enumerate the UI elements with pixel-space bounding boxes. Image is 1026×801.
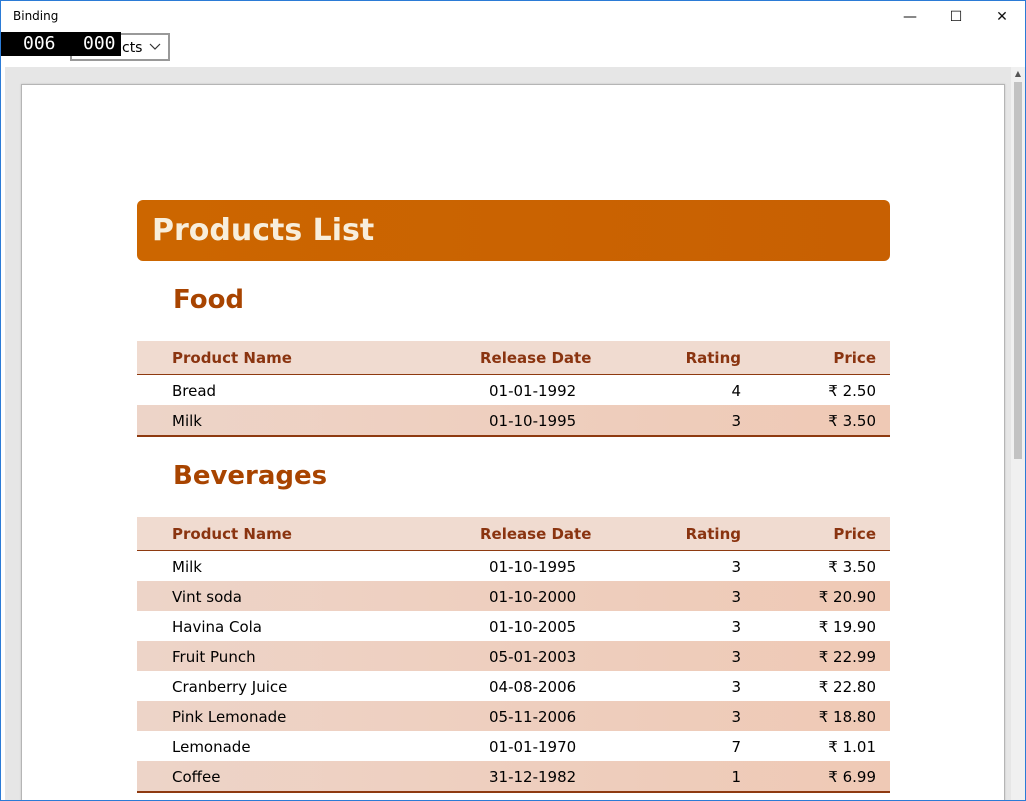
table-header: Product Name Release Date Rating Price	[137, 341, 890, 375]
cell-price: ₹ 22.99	[818, 648, 876, 666]
report-title: Products List	[152, 213, 375, 248]
report-viewer: Products List Food Product Name Release …	[5, 67, 1011, 800]
table-end-rule	[137, 791, 890, 793]
cell-name: Pink Lemonade	[172, 708, 287, 726]
header-price: Price	[833, 349, 876, 367]
table-row: Fruit Punch 05-01-2003 3 ₹ 22.99	[137, 641, 890, 671]
cell-name: Milk	[172, 412, 202, 430]
cell-name: Fruit Punch	[172, 648, 256, 666]
close-button[interactable]: ✕	[979, 1, 1025, 33]
cell-price: ₹ 18.80	[818, 708, 876, 726]
report-banner: Products List	[137, 200, 890, 261]
cell-name: Lemonade	[172, 738, 251, 756]
cell-rating: 4	[731, 382, 741, 400]
cell-date: 05-11-2006	[489, 708, 577, 726]
table-row: Coffee 31-12-1982 1 ₹ 6.99	[137, 761, 890, 791]
section-title: Food	[173, 285, 245, 315]
cell-date: 01-10-1995	[489, 412, 577, 430]
vertical-scrollbar[interactable]: ▲	[1011, 67, 1025, 800]
cell-date: 05-01-2003	[489, 648, 577, 666]
table-header: Product Name Release Date Rating Price	[137, 517, 890, 551]
header-release-date: Release Date	[480, 349, 592, 367]
cell-rating: 3	[731, 678, 741, 696]
cell-price: ₹ 6.99	[828, 768, 876, 786]
cell-price: ₹ 2.50	[828, 382, 876, 400]
header-rating: Rating	[685, 525, 741, 543]
table-row: Havina Cola 01-10-2005 3 ₹ 19.90	[137, 611, 890, 641]
maximize-button[interactable]: ☐	[933, 1, 979, 33]
cell-rating: 7	[731, 738, 741, 756]
app-window: Binding — ☐ ✕ cts 006 000 Products List …	[0, 0, 1026, 801]
scroll-up-arrow-icon[interactable]: ▲	[1011, 67, 1025, 81]
cell-price: ₹ 1.01	[828, 738, 876, 756]
frame-rate-counter: 006 000	[1, 32, 121, 56]
fps-value: 006	[23, 33, 56, 54]
cell-rating: 3	[731, 648, 741, 666]
cell-price: ₹ 3.50	[828, 412, 876, 430]
minimize-button[interactable]: —	[887, 1, 933, 33]
cell-rating: 3	[731, 618, 741, 636]
table-row: Cranberry Juice 04-08-2006 3 ₹ 22.80	[137, 671, 890, 701]
report-page: Products List Food Product Name Release …	[21, 84, 1005, 800]
header-product-name: Product Name	[172, 349, 292, 367]
cell-name: Coffee	[172, 768, 221, 786]
cell-name: Havina Cola	[172, 618, 262, 636]
cell-rating: 3	[731, 588, 741, 606]
cell-rating: 1	[731, 768, 741, 786]
header-rating: Rating	[685, 349, 741, 367]
header-price: Price	[833, 525, 876, 543]
table-row: Lemonade 01-01-1970 7 ₹ 1.01	[137, 731, 890, 761]
cell-date: 04-08-2006	[489, 678, 577, 696]
cell-rating: 3	[731, 708, 741, 726]
cell-name: Bread	[172, 382, 217, 400]
cell-rating: 3	[731, 558, 741, 576]
table-row: Milk 01-10-1995 3 ₹ 3.50	[137, 405, 890, 435]
cell-price: ₹ 3.50	[828, 558, 876, 576]
cell-rating: 3	[731, 412, 741, 430]
dropdown-value: cts	[122, 40, 143, 56]
cell-date: 01-10-2005	[489, 618, 577, 636]
food-table: Product Name Release Date Rating Price B…	[137, 341, 890, 437]
title-bar: Binding — ☐ ✕	[1, 1, 1025, 33]
cell-name: Cranberry Juice	[172, 678, 288, 696]
cell-date: 01-10-2000	[489, 588, 577, 606]
cell-name: Vint soda	[172, 588, 242, 606]
cell-price: ₹ 19.90	[818, 618, 876, 636]
cell-name: Milk	[172, 558, 202, 576]
beverages-table: Product Name Release Date Rating Price M…	[137, 517, 890, 793]
table-row: Vint soda 01-10-2000 3 ₹ 20.90	[137, 581, 890, 611]
cell-date: 01-10-1995	[489, 558, 577, 576]
cell-price: ₹ 22.80	[818, 678, 876, 696]
table-row: Bread 01-01-1992 4 ₹ 2.50	[137, 375, 890, 405]
table-end-rule	[137, 435, 890, 437]
table-row: Milk 01-10-1995 3 ₹ 3.50	[137, 551, 890, 581]
chevron-down-icon	[148, 39, 162, 57]
table-row: Pink Lemonade 05-11-2006 3 ₹ 18.80	[137, 701, 890, 731]
cell-date: 01-01-1970	[489, 738, 577, 756]
header-release-date: Release Date	[480, 525, 592, 543]
fps-secondary-value: 000	[83, 33, 116, 54]
scrollbar-thumb[interactable]	[1014, 82, 1022, 459]
window-title: Binding	[13, 9, 59, 23]
cell-date: 31-12-1982	[489, 768, 577, 786]
section-title: Beverages	[173, 461, 328, 491]
cell-date: 01-01-1992	[489, 382, 577, 400]
header-product-name: Product Name	[172, 525, 292, 543]
cell-price: ₹ 20.90	[818, 588, 876, 606]
